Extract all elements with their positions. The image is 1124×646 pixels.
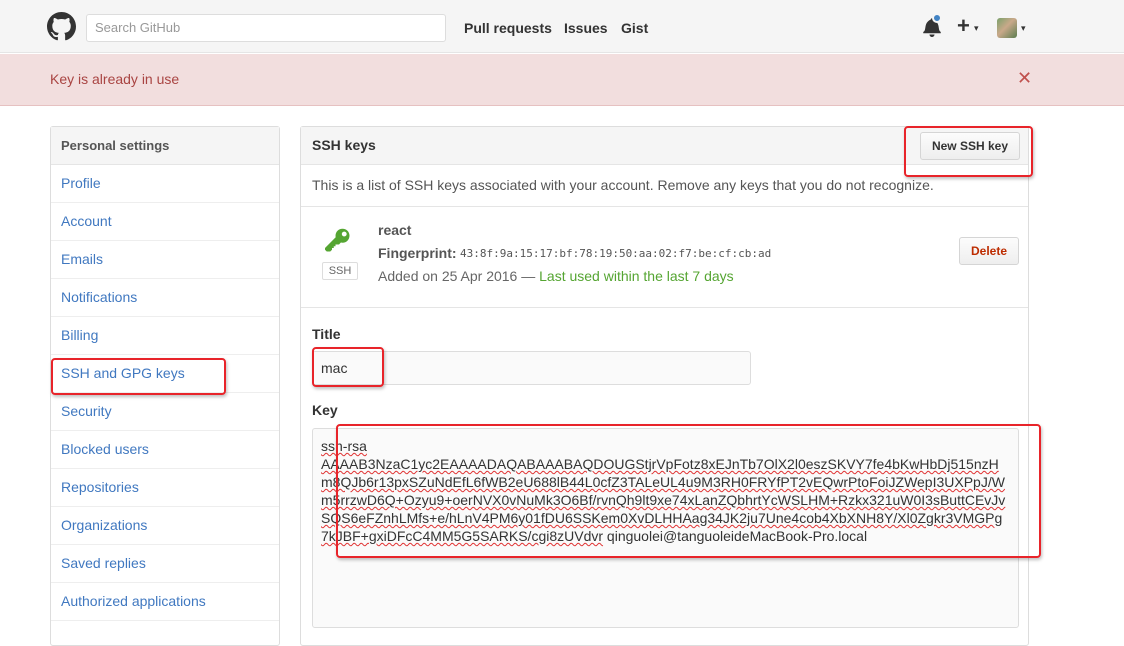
ssh-key-item: SSH react Fingerprint: 43:8f:9a:15:17:bf… xyxy=(301,206,1028,308)
key-type: ssh-rsa xyxy=(321,438,367,454)
delete-key-button[interactable]: Delete xyxy=(959,237,1019,265)
error-flash: Key is already in use ✕ xyxy=(0,54,1124,106)
sidebar-item-profile[interactable]: Profile xyxy=(51,165,279,203)
sidebar-item-organizations[interactable]: Organizations xyxy=(51,507,279,545)
top-header: Search GitHub Pull requests Issues Gist … xyxy=(0,0,1124,53)
avatar[interactable] xyxy=(997,18,1017,38)
fingerprint-label: Fingerprint: xyxy=(378,245,457,261)
nav-issues[interactable]: Issues xyxy=(564,20,608,36)
key-icon xyxy=(325,228,350,252)
sidebar-item-account[interactable]: Account xyxy=(51,203,279,241)
chevron-down-icon[interactable]: ▾ xyxy=(974,23,979,34)
title-field-label: Title xyxy=(312,326,341,342)
sidebar-item-authorized-applications[interactable]: Authorized applications xyxy=(51,583,279,621)
github-logo-icon[interactable] xyxy=(47,12,76,41)
fingerprint-value: 43:8f:9a:15:17:bf:78:19:50:aa:02:f7:be:c… xyxy=(460,247,772,260)
page-title: SSH keys xyxy=(312,137,376,153)
sidebar-item-blocked-users[interactable]: Blocked users xyxy=(51,431,279,469)
flash-message: Key is already in use xyxy=(50,71,180,87)
sidebar-item-saved-replies[interactable]: Saved replies xyxy=(51,545,279,583)
sidebar-item-emails[interactable]: Emails xyxy=(51,241,279,279)
key-comment: qinguolei@tanguoleideMacBook-Pro.local xyxy=(606,528,868,544)
added-date: Added on 25 Apr 2016 — xyxy=(378,268,536,284)
key-field-label: Key xyxy=(312,402,338,418)
panel-header: SSH keys xyxy=(301,127,1028,165)
ssh-badge: SSH xyxy=(322,262,358,280)
close-icon[interactable]: ✕ xyxy=(1017,68,1032,89)
nav-pull-requests[interactable]: Pull requests xyxy=(464,20,552,36)
settings-sidebar: Personal settings Profile Account Emails… xyxy=(50,126,280,646)
sidebar-item-repositories[interactable]: Repositories xyxy=(51,469,279,507)
key-textarea[interactable]: ssh-rsa AAAAB3NzaC1yc2EAAAADAQABAAABAQDO… xyxy=(312,428,1019,628)
search-input[interactable]: Search GitHub xyxy=(86,14,446,42)
sidebar-item-notifications[interactable]: Notifications xyxy=(51,279,279,317)
last-used: Last used within the last 7 days xyxy=(539,268,734,284)
new-ssh-key-button[interactable]: New SSH key xyxy=(920,132,1020,160)
key-title: react xyxy=(378,222,412,238)
sidebar-title: Personal settings xyxy=(51,127,279,165)
nav-gist[interactable]: Gist xyxy=(621,20,648,36)
key-added-info: Added on 25 Apr 2016 — Last used within … xyxy=(378,268,734,284)
ssh-keys-panel: SSH keys New SSH key This is a list of S… xyxy=(300,126,1029,646)
title-input[interactable]: mac xyxy=(312,351,751,385)
notification-indicator xyxy=(932,13,942,23)
create-new-icon[interactable]: + xyxy=(957,14,970,38)
chevron-down-icon[interactable]: ▾ xyxy=(1021,23,1026,34)
sidebar-item-ssh-gpg-keys[interactable]: SSH and GPG keys xyxy=(51,355,279,393)
sidebar-item-security[interactable]: Security xyxy=(51,393,279,431)
sidebar-item-billing[interactable]: Billing xyxy=(51,317,279,355)
intro-text: This is a list of SSH keys associated wi… xyxy=(312,177,934,193)
